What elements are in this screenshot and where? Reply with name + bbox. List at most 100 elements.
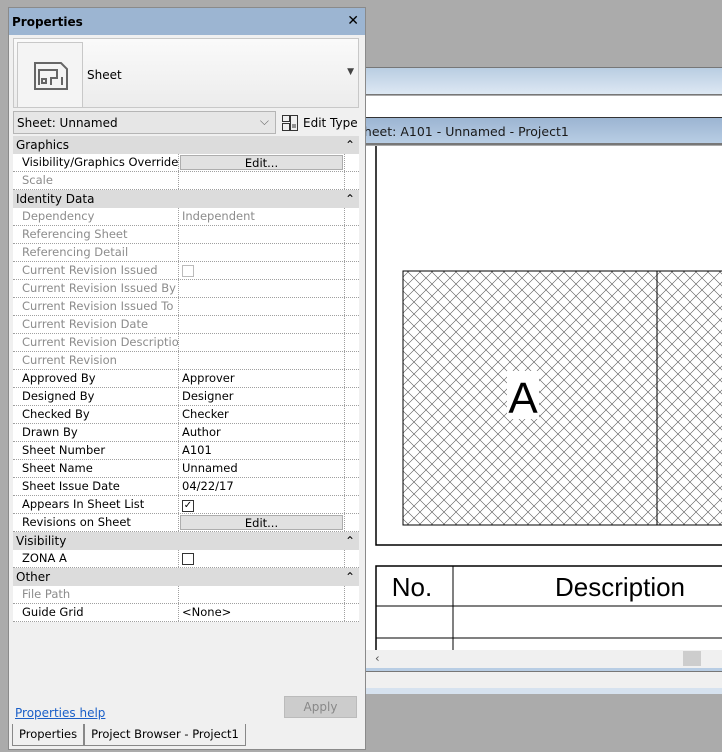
instance-filter-value: Sheet: Unnamed [17, 116, 118, 130]
property-value-cell[interactable]: Designer [179, 388, 345, 405]
property-value-cell [179, 244, 345, 261]
property-row: Drawn By Author [13, 424, 359, 442]
property-value[interactable]: Checker [182, 407, 229, 421]
edit-type-icon [282, 115, 298, 131]
property-value-cell[interactable]: <None> [179, 604, 345, 621]
property-label: Sheet Issue Date [13, 478, 179, 495]
property-value[interactable]: Designer [182, 389, 234, 403]
properties-panel: Properties ✕ Sheet ▼ Sheet: Unnamed ⌵ Ed… [8, 7, 366, 750]
property-row: Checked By Checker [13, 406, 359, 424]
horizontal-scrollbar[interactable]: ‹ [366, 650, 722, 668]
property-label: Current Revision Description [13, 334, 179, 351]
row-end [345, 172, 359, 189]
property-value[interactable]: Author [182, 425, 221, 439]
property-row: Current Revision Issued By [13, 280, 359, 298]
property-value[interactable]: Unnamed [182, 461, 238, 475]
property-label: Scale [13, 172, 179, 189]
properties-grid: Graphics ⌃ Visibility/Graphics Overrides Ed… [13, 136, 359, 622]
property-label: Appears In Sheet List [13, 496, 179, 513]
property-label: Drawn By [13, 424, 179, 441]
edit-type-button[interactable]: Edit Type [281, 112, 358, 134]
status-strip [366, 671, 722, 688]
view-title-bar[interactable]: Sheet: A101 - Unnamed - Project1 [366, 118, 722, 145]
dropdown-arrow-icon[interactable]: ▼ [347, 67, 354, 77]
sheet-drawing: A No. Description [375, 146, 722, 650]
property-label: Current Revision Issued To [13, 298, 179, 315]
property-row: Designed By Designer [13, 388, 359, 406]
group-header[interactable]: Visibility ⌃ [13, 532, 359, 550]
property-value-cell[interactable]: Author [179, 424, 345, 441]
property-row: Appears In Sheet List ✓ [13, 496, 359, 514]
tab-project-browser[interactable]: Project Browser - Project1 [84, 724, 246, 746]
scroll-left-icon[interactable]: ‹ [375, 651, 380, 665]
property-row: Sheet Number A101 [13, 442, 359, 460]
drawing-canvas[interactable]: A No. Description [366, 146, 722, 650]
property-value[interactable]: A101 [182, 443, 212, 457]
property-value-cell[interactable] [179, 550, 345, 567]
group-header[interactable]: Identity Data ⌃ [13, 190, 359, 208]
property-value-cell[interactable]: Unnamed [179, 460, 345, 477]
property-value-cell[interactable]: 04/22/17 [179, 478, 345, 495]
property-value-cell[interactable]: Checker [179, 406, 345, 423]
collapse-icon[interactable]: ⌃ [345, 136, 355, 154]
property-value-cell [179, 226, 345, 243]
row-end [345, 478, 359, 495]
property-value-cell [179, 316, 345, 333]
group-label: Graphics [16, 138, 69, 152]
type-selector[interactable]: Sheet ▼ [13, 38, 359, 108]
hatched-zone [402, 270, 722, 526]
property-value: Independent [182, 209, 255, 223]
checkbox[interactable]: ✓ [182, 500, 194, 512]
property-value-cell[interactable]: Edit... [179, 514, 345, 531]
property-label: Revisions on Sheet [13, 514, 179, 531]
row-end [345, 226, 359, 243]
row-end [345, 244, 359, 261]
property-label: Current Revision Issued [13, 262, 179, 279]
collapse-icon[interactable]: ⌃ [345, 532, 355, 550]
property-row: Guide Grid <None> [13, 604, 359, 622]
collapse-icon[interactable]: ⌃ [345, 568, 355, 586]
row-end [345, 208, 359, 225]
property-row: File Path [13, 586, 359, 604]
edit-button[interactable]: Edit... [180, 515, 343, 530]
instance-filter-dropdown[interactable]: Sheet: Unnamed ⌵ [13, 111, 276, 134]
edit-button[interactable]: Edit... [180, 155, 343, 170]
property-value[interactable]: <None> [182, 605, 231, 619]
property-label: Current Revision [13, 352, 179, 369]
property-value-cell [179, 298, 345, 315]
row-end [345, 370, 359, 387]
property-row: Referencing Detail [13, 244, 359, 262]
zone-label: A [508, 374, 538, 423]
property-value[interactable]: 04/22/17 [182, 479, 234, 493]
property-label: Sheet Name [13, 460, 179, 477]
row-end [345, 514, 359, 531]
group-header[interactable]: Other ⌃ [13, 568, 359, 586]
row-end [345, 316, 359, 333]
row-end [345, 280, 359, 297]
apply-button[interactable]: Apply [284, 696, 357, 718]
revision-header-no: No. [392, 572, 432, 602]
property-value-cell[interactable]: Approver [179, 370, 345, 387]
property-value-cell[interactable]: A101 [179, 442, 345, 459]
property-value-cell: Independent [179, 208, 345, 225]
row-end [345, 460, 359, 477]
checkbox[interactable] [182, 553, 194, 565]
collapse-icon[interactable]: ⌃ [345, 190, 355, 208]
property-value-cell[interactable]: Edit... [179, 154, 345, 171]
group-header[interactable]: Graphics ⌃ [13, 136, 359, 154]
row-end [345, 298, 359, 315]
close-icon[interactable]: ✕ [347, 13, 359, 29]
row-end [345, 442, 359, 459]
property-row: Visibility/Graphics Overrides Edit... [13, 154, 359, 172]
row-end [345, 586, 359, 603]
view-title: Sheet: A101 - Unnamed - Project1 [366, 124, 569, 139]
row-end [345, 604, 359, 621]
property-label: Current Revision Issued By [13, 280, 179, 297]
tab-properties[interactable]: Properties [12, 724, 85, 746]
property-value[interactable]: Approver [182, 371, 235, 385]
scroll-thumb[interactable] [683, 651, 701, 666]
property-row: Current Revision Issued To [13, 298, 359, 316]
property-label: Referencing Detail [13, 244, 179, 261]
property-value-cell[interactable]: ✓ [179, 496, 345, 513]
properties-help-link[interactable]: Properties help [15, 706, 105, 720]
